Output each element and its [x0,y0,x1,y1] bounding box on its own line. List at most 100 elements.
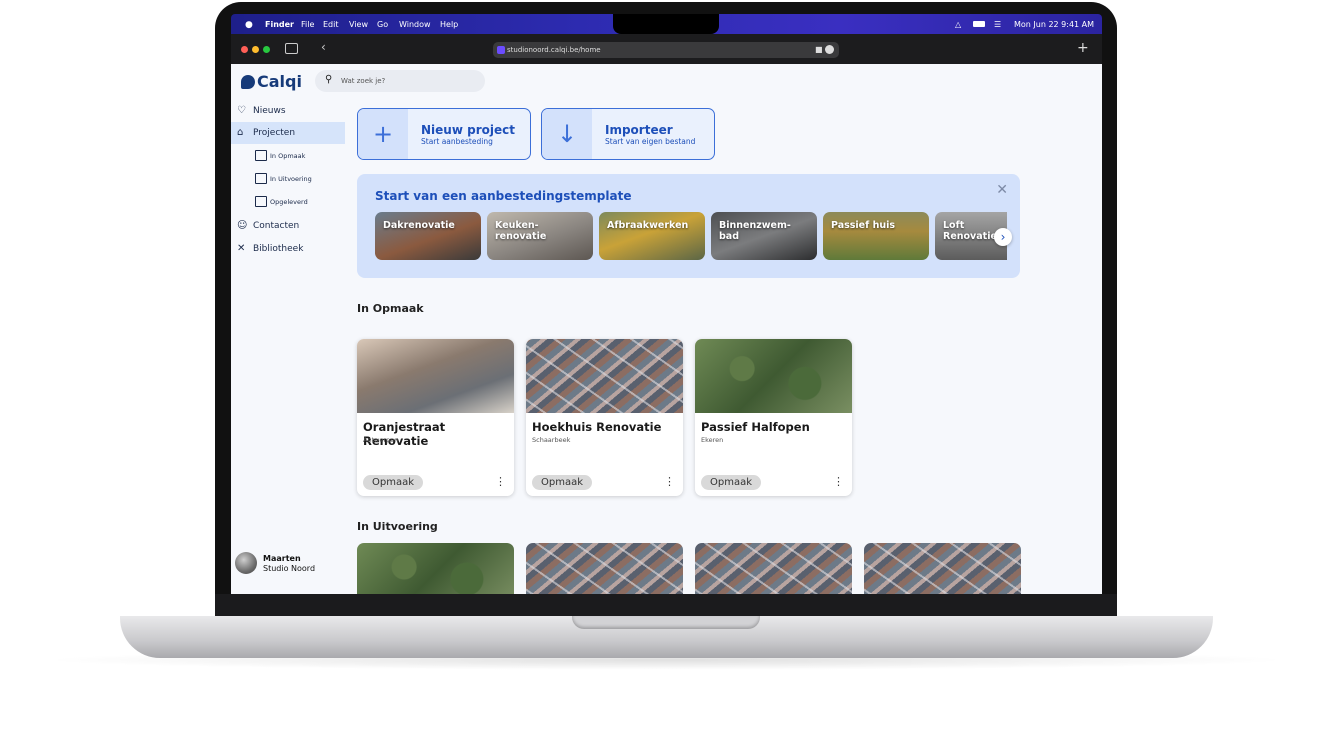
url-text[interactable]: studionoord.calqi.be/home [507,46,601,54]
screen: ● Finder File Edit View Go Window Help △… [231,14,1102,594]
calqi-logo[interactable]: Calqi [241,72,302,91]
template-label: Afbraakwerken [607,220,689,231]
template-card-passief-huis[interactable]: Passief huis [823,212,929,260]
menu-datetime[interactable]: Mon Jun 22 9:41 AM [1014,20,1094,29]
people-icon: ☺ [237,220,248,231]
project-image [526,339,683,413]
battery-icon[interactable] [973,21,985,27]
project-card-uitvoering[interactable] [864,543,1021,594]
menu-go[interactable]: Go [377,20,388,29]
project-title: Hoekhuis Renovatie [532,420,662,434]
laptop-chin [215,594,1117,618]
template-card-afbraakwerken[interactable]: Afbraakwerken [599,212,705,260]
section-title-uitvoering: In Uitvoering [357,520,438,533]
project-image [695,339,852,413]
menu-window[interactable]: Window [399,20,431,29]
user-profile[interactable]: Maarten Studio Noord [235,550,345,580]
import-subtitle: Start van eigen bestand [605,137,696,146]
sidebar-subitem-opgeleverd[interactable]: Opgeleverd [231,192,345,212]
houses-icon: ⌂ [237,127,244,138]
template-label: Keuken- renovatie [495,220,547,242]
template-card-binnenzwembad[interactable]: Binnenzwem- bad [711,212,817,260]
sidebar: Calqi ♡ Nieuws ⌂ Projecten In Opmaak In … [231,64,345,594]
menu-edit[interactable]: Edit [323,20,339,29]
camera-notch [613,14,719,34]
sidebar-toggle-icon[interactable] [285,43,298,54]
logo-text: Calqi [257,72,302,91]
import-button[interactable]: ↓ Importeer Start van eigen bestand [541,108,715,160]
status-badge: Opmaak [363,475,423,490]
more-options-icon[interactable] [825,45,834,54]
project-location: Ekeren [701,436,724,444]
template-label: Loft Renovatie [943,220,997,242]
sidebar-item-bibliotheek[interactable]: ✕ Bibliotheek [231,238,345,260]
wifi-icon[interactable]: △ [955,20,961,29]
new-project-button[interactable]: + Nieuw project Start aanbesteding [357,108,531,160]
apple-icon[interactable]: ● [245,20,253,30]
bell-icon: ♡ [237,105,246,116]
tools-icon: ✕ [237,243,246,254]
menu-file[interactable]: File [301,20,314,29]
project-location: Antwerpen [363,436,399,444]
sidebar-item-nieuws[interactable]: ♡ Nieuws [231,100,345,122]
close-icon[interactable]: ✕ [996,182,1008,198]
template-card-keukenrenovatie[interactable]: Keuken- renovatie [487,212,593,260]
sidebar-item-projecten[interactable]: ⌂ Projecten [231,122,345,144]
back-arrow-icon[interactable]: ‹ [321,40,326,54]
close-window-button[interactable] [241,46,248,53]
sidebar-item-contacten[interactable]: ☺ Contacten [231,215,345,237]
sidebar-subitem-label: In Opmaak [270,152,306,160]
search-icon: ⚲ [325,74,333,85]
more-vertical-icon[interactable]: ⋮ [833,475,844,488]
menu-view[interactable]: View [349,20,368,29]
sidebar-item-label: Nieuws [253,106,286,116]
template-label: Dakrenovatie [383,220,455,231]
sidebar-item-label: Contacten [253,221,300,231]
project-card-uitvoering[interactable] [526,543,683,594]
project-location: Schaarbeek [532,436,571,444]
new-tab-button[interactable]: + [1077,40,1089,56]
favicon-icon [497,46,505,54]
project-card[interactable]: Passief Halfopen Ekeren Opmaak ⋮ [695,339,852,496]
section-title-opmaak: In Opmaak [357,302,424,315]
sidebar-subitem-in-opmaak[interactable]: In Opmaak [231,146,345,166]
menu-app-name[interactable]: Finder [265,20,294,29]
import-title: Importeer [605,123,673,137]
browser-toolbar: ‹ studionoord.calqi.be/home ■ + [231,34,1102,64]
sidebar-subitem-in-uitvoering[interactable]: In Uitvoering [231,169,345,189]
project-title: Passief Halfopen [701,420,810,434]
template-panel: Start van een aanbestedingstemplate ✕ Da… [357,174,1020,278]
project-card-uitvoering[interactable] [695,543,852,594]
project-card-uitvoering[interactable] [357,543,514,594]
user-company: Studio Noord [263,564,316,573]
new-project-subtitle: Start aanbesteding [421,137,493,146]
new-project-title: Nieuw project [421,123,515,137]
status-badge: Opmaak [532,475,592,490]
template-label: Binnenzwem- bad [719,220,791,242]
address-bar[interactable]: studionoord.calqi.be/home ■ [493,42,839,58]
more-vertical-icon[interactable]: ⋮ [664,475,675,488]
chevron-right-icon[interactable]: › [994,228,1012,246]
template-panel-title: Start van een aanbestedingstemplate [375,189,632,203]
project-card[interactable]: Hoekhuis Renovatie Schaarbeek Opmaak ⋮ [526,339,683,496]
menu-help[interactable]: Help [440,20,458,29]
folder-icon [255,173,267,184]
box-icon [255,196,267,207]
project-image [357,339,514,413]
template-card-dakrenovatie[interactable]: Dakrenovatie [375,212,481,260]
avatar[interactable] [235,552,257,574]
main-content: + Nieuw project Start aanbesteding ↓ Imp… [345,64,1102,594]
status-badge: Opmaak [701,475,761,490]
more-vertical-icon[interactable]: ⋮ [495,475,506,488]
zoom-window-button[interactable] [263,46,270,53]
sidebar-item-label: Bibliotheek [253,244,304,254]
control-center-icon[interactable]: ☰ [994,20,1001,29]
project-card[interactable]: Oranjestraat Renovatie Antwerpen Opmaak … [357,339,514,496]
sidebar-subitem-label: Opgeleverd [270,198,308,206]
template-label: Passief huis [831,220,896,231]
sidebar-item-label: Projecten [253,128,296,138]
document-icon [255,150,267,161]
minimize-window-button[interactable] [252,46,259,53]
logo-mark-icon [241,75,255,89]
laptop-base-notch [572,616,760,629]
